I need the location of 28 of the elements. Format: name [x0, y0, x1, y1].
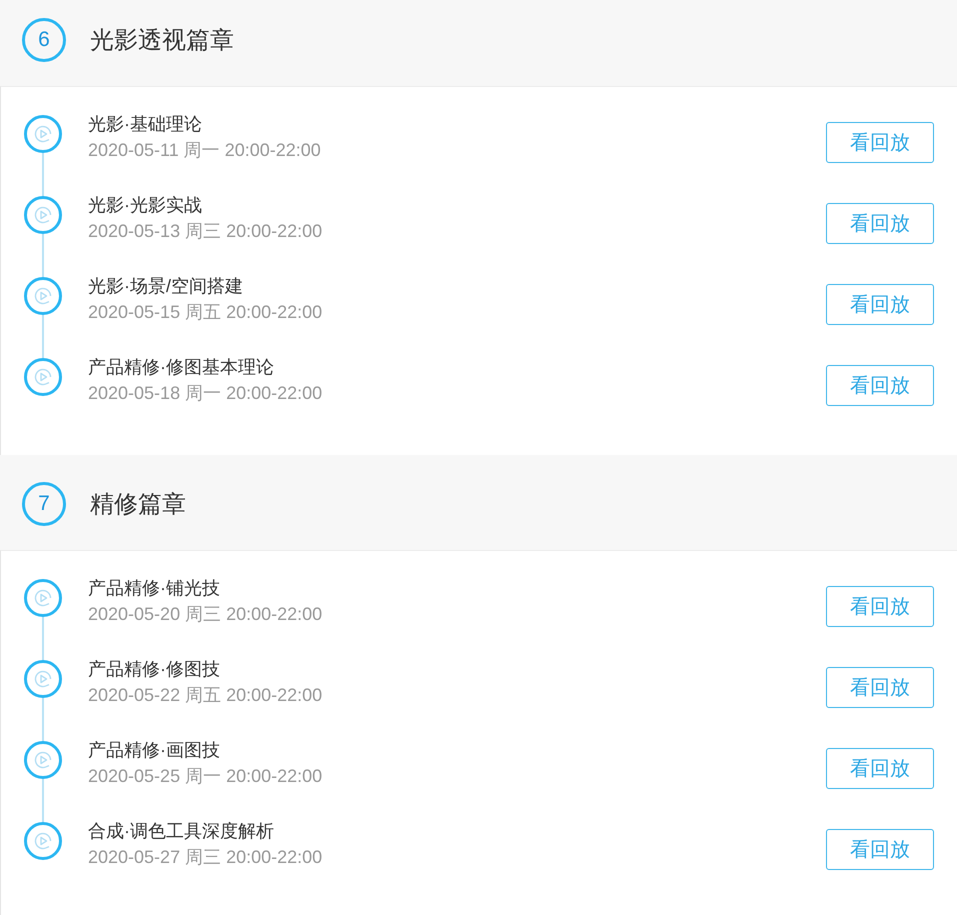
replay-button[interactable]: 看回放 [826, 748, 934, 789]
lesson-title: 光影·光影实战 [88, 194, 202, 217]
lesson-title: 产品精修·铺光技 [88, 577, 220, 600]
chapter-title: 精修篇章 [90, 490, 186, 520]
replay-button[interactable]: 看回放 [826, 365, 934, 406]
lesson-time: 2020-05-11 周一 20:00-22:00 [88, 139, 321, 162]
replay-button[interactable]: 看回放 [826, 284, 934, 325]
lesson-title: 光影·场景/空间搭建 [88, 275, 243, 298]
lesson-title: 产品精修·画图技 [88, 739, 220, 762]
lesson-title: 产品精修·修图技 [88, 658, 220, 681]
lesson-title: 合成·调色工具深度解析 [88, 820, 274, 843]
lesson-time: 2020-05-27 周三 20:00-22:00 [88, 846, 322, 869]
lesson-time: 2020-05-13 周三 20:00-22:00 [88, 220, 322, 243]
replay-button[interactable]: 看回放 [826, 586, 934, 627]
chapter-number: 6 [22, 18, 66, 62]
lesson-time: 2020-05-18 周一 20:00-22:00 [88, 382, 322, 405]
lesson-time: 2020-05-15 周五 20:00-22:00 [88, 301, 322, 324]
replay-button[interactable]: 看回放 [826, 203, 934, 244]
replay-button[interactable]: 看回放 [826, 829, 934, 870]
lesson-time: 2020-05-22 周五 20:00-22:00 [88, 684, 322, 707]
lesson-time: 2020-05-25 周一 20:00-22:00 [88, 765, 322, 788]
lesson-time: 2020-05-20 周三 20:00-22:00 [88, 603, 322, 626]
replay-button[interactable]: 看回放 [826, 122, 934, 163]
chapter-title: 光影透视篇章 [90, 26, 234, 56]
lesson-title: 产品精修·修图基本理论 [88, 356, 274, 379]
chapter-number: 7 [22, 482, 66, 526]
lesson-title: 光影·基础理论 [88, 113, 202, 136]
replay-button[interactable]: 看回放 [826, 667, 934, 708]
